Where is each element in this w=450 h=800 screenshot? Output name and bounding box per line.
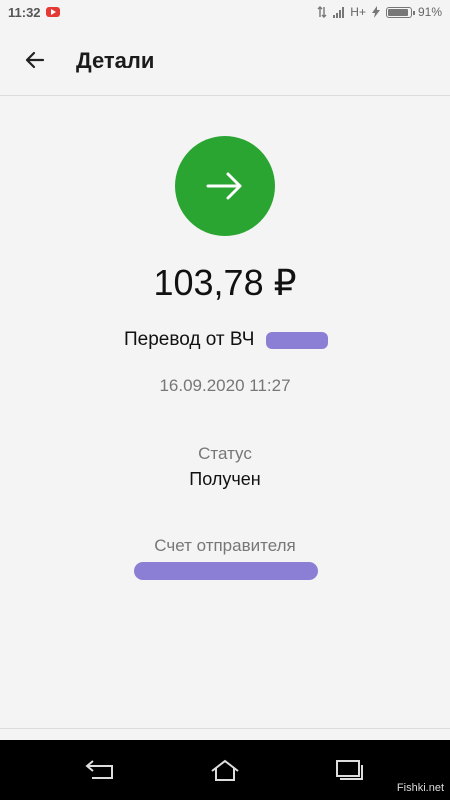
back-button[interactable] bbox=[18, 43, 52, 77]
nav-home-icon bbox=[211, 759, 239, 781]
battery-percent: 91% bbox=[417, 5, 442, 19]
watermark-text: Fishki.net bbox=[396, 782, 444, 794]
network-type: H+ bbox=[350, 5, 366, 19]
arrow-left-icon bbox=[25, 51, 45, 69]
nav-recents-button[interactable] bbox=[332, 756, 366, 784]
status-label: Статус bbox=[198, 444, 252, 463]
app-bar: Детали bbox=[0, 24, 450, 96]
page-title: Детали bbox=[76, 48, 155, 73]
youtube-notification-icon bbox=[46, 7, 60, 17]
nav-back-button[interactable] bbox=[83, 756, 117, 784]
transaction-description-text: Перевод от ВЧ bbox=[124, 329, 255, 350]
status-time: 11:32 bbox=[8, 5, 41, 20]
transaction-description: Перевод от ВЧ bbox=[124, 329, 254, 351]
nav-home-button[interactable] bbox=[208, 756, 242, 784]
status-bar: 11:32 H+ 91% bbox=[0, 0, 450, 24]
redacted-sender-name bbox=[266, 332, 328, 349]
redacted-sender-account bbox=[134, 562, 318, 580]
transaction-amount: 103,78 ₽ bbox=[153, 262, 297, 303]
status-indicators: H+ 91% bbox=[317, 4, 442, 20]
sender-account-label: Счет отправителя bbox=[154, 536, 296, 555]
signal-icon bbox=[333, 6, 345, 18]
arrow-right-icon bbox=[206, 172, 242, 200]
transfer-status-circle bbox=[175, 136, 275, 236]
charging-icon bbox=[371, 6, 380, 18]
bottom-divider bbox=[0, 728, 450, 729]
nav-back-icon bbox=[85, 760, 113, 779]
data-transfer-icon bbox=[317, 6, 327, 18]
nav-recents-icon bbox=[336, 760, 363, 780]
system-navigation-bar: Fishki.net bbox=[0, 740, 450, 800]
status-value: Получен bbox=[189, 469, 261, 489]
battery-icon bbox=[385, 6, 415, 18]
transaction-datetime: 16.09.2020 11:27 bbox=[159, 376, 291, 395]
